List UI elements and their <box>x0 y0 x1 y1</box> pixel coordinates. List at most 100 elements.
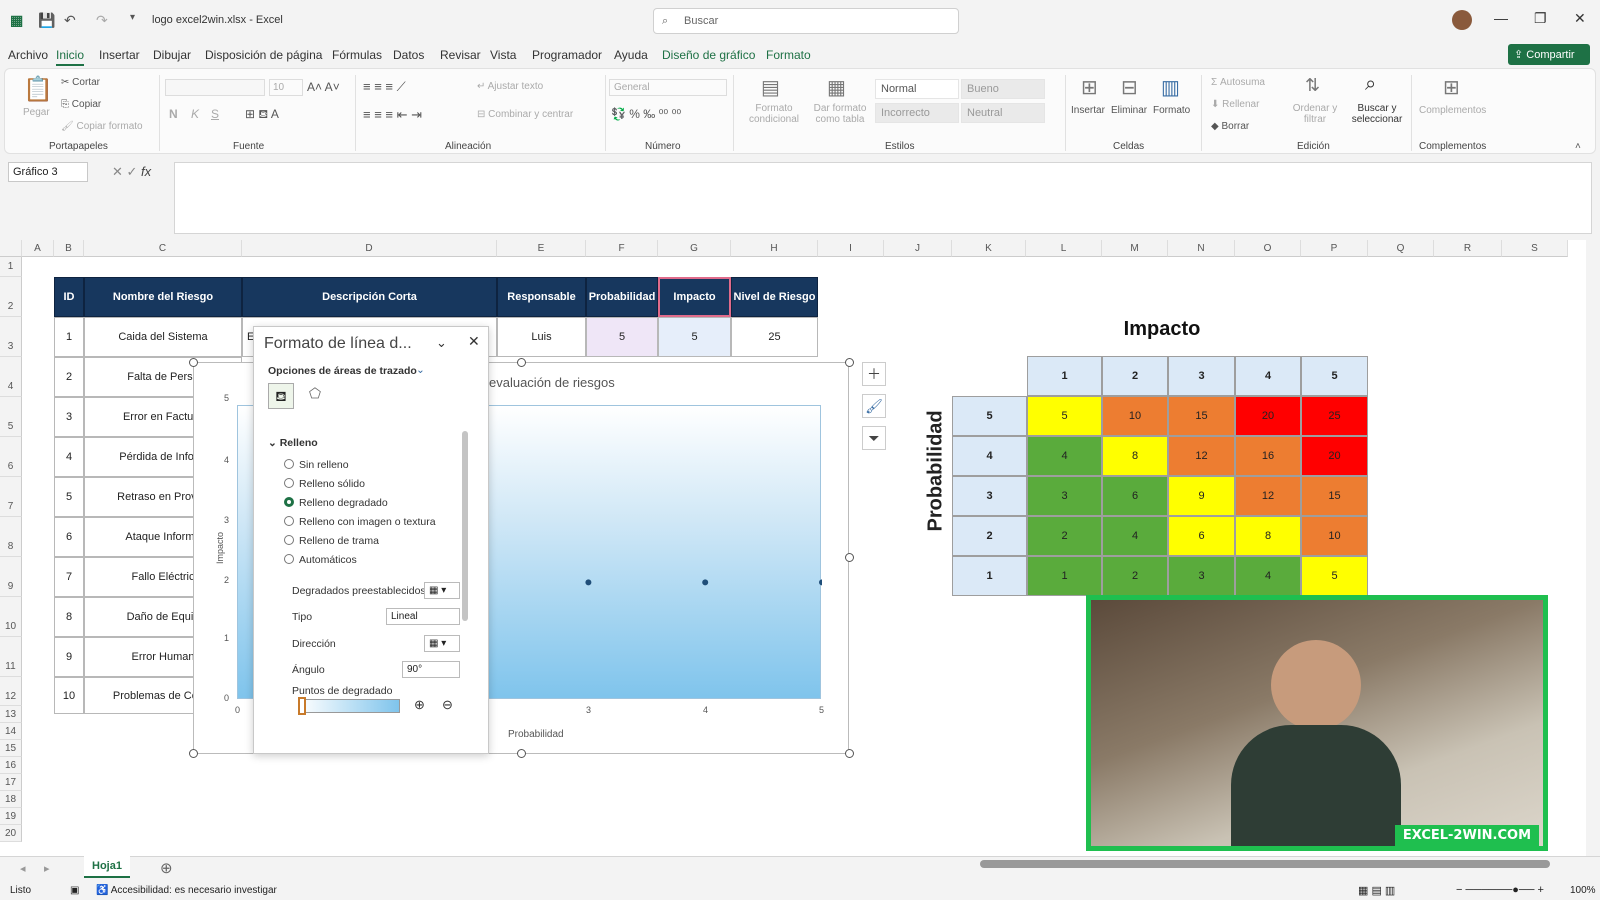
fill-button[interactable]: ⬇ Rellenar <box>1211 99 1259 110</box>
row-header[interactable]: 4 <box>0 357 22 397</box>
tab-dibujar[interactable]: Dibujar <box>153 48 191 62</box>
matrix-cell[interactable]: 4 <box>1235 556 1301 596</box>
matrix-col-header[interactable]: 4 <box>1235 356 1301 396</box>
col-header[interactable]: P <box>1301 240 1368 257</box>
col-header[interactable]: R <box>1434 240 1502 257</box>
table-cell[interactable]: 10 <box>54 677 84 714</box>
matrix-cell[interactable]: 10 <box>1301 516 1368 556</box>
radio-sin-relleno[interactable]: Sin relleno <box>284 459 349 471</box>
matrix-col-header[interactable]: 1 <box>1027 356 1102 396</box>
redo-icon[interactable]: ↷ <box>96 12 108 29</box>
macro-record-icon[interactable]: ▣ <box>70 885 79 896</box>
next-sheet-icon[interactable]: ▸ <box>44 862 50 875</box>
row-header[interactable]: 20 <box>0 825 22 842</box>
insert-cells-button[interactable]: Insertar <box>1071 105 1105 116</box>
matrix-cell[interactable]: 4 <box>1102 516 1168 556</box>
delete-cells-icon[interactable]: ⊟ <box>1121 75 1138 100</box>
add-sheet-icon[interactable]: ⊕ <box>160 859 173 877</box>
chart-styles-button[interactable]: 🖌 <box>862 394 886 418</box>
col-header[interactable]: I <box>818 240 884 257</box>
scatter-point[interactable] <box>819 579 822 586</box>
style-bueno[interactable]: Bueno <box>961 79 1045 99</box>
align-left-icon[interactable]: ≡ ≡ ≡ ⇤ ⇥ <box>363 107 422 123</box>
preset-dropdown[interactable]: ▦ ▾ <box>424 582 460 599</box>
matrix-cell[interactable]: 16 <box>1235 436 1301 476</box>
minimize-icon[interactable]: — <box>1494 10 1508 26</box>
row-header[interactable]: 19 <box>0 808 22 825</box>
row-header[interactable]: 17 <box>0 774 22 791</box>
matrix-cell[interactable]: 1 <box>1027 556 1102 596</box>
matrix-cell[interactable]: 2 <box>1102 556 1168 596</box>
table-cell[interactable]: Caida del Sistema <box>84 317 242 357</box>
zoom-slider[interactable]: − ──────●── + <box>1456 884 1544 896</box>
radio-trama[interactable]: Relleno de trama <box>284 535 379 547</box>
resize-handle[interactable] <box>189 749 198 758</box>
matrix-cell[interactable]: 6 <box>1102 476 1168 516</box>
col-header[interactable]: C <box>84 240 242 257</box>
table-cell[interactable]: 6 <box>54 517 84 557</box>
tab-disposicion[interactable]: Disposición de página <box>205 48 322 62</box>
share-button[interactable]: ⇪ Compartir <box>1508 44 1590 65</box>
matrix-cell[interactable]: 5 <box>1027 396 1102 436</box>
remove-stop-icon[interactable]: ⊖ <box>442 697 453 713</box>
scatter-point[interactable] <box>702 579 709 586</box>
gradient-stop-handle[interactable] <box>298 697 306 715</box>
matrix-col-header[interactable]: 5 <box>1301 356 1368 396</box>
format-pane[interactable]: Formato de línea d... ⌄ ✕ Opciones de ár… <box>253 326 489 754</box>
tab-programador[interactable]: Programador <box>532 48 602 62</box>
matrix-cell[interactable]: 15 <box>1301 476 1368 516</box>
paste-icon[interactable]: 📋 <box>23 75 53 104</box>
horizontal-scrollbar[interactable] <box>980 860 1550 868</box>
underline-icon[interactable]: S <box>211 107 219 121</box>
col-header[interactable]: Q <box>1368 240 1434 257</box>
grow-font-icon[interactable]: A˄ A˅ <box>307 80 340 94</box>
pane-scrollbar[interactable] <box>462 431 468 621</box>
matrix-cell[interactable]: 10 <box>1102 396 1168 436</box>
resize-handle[interactable] <box>845 553 854 562</box>
borders-icon[interactable]: ⊞ ⛾ A <box>245 107 279 123</box>
col-header[interactable]: K <box>952 240 1026 257</box>
gradient-stops-bar[interactable] <box>298 699 400 713</box>
radio-solido[interactable]: Relleno sólido <box>284 478 365 490</box>
col-header[interactable]: E <box>497 240 586 257</box>
search-input[interactable]: ⌕ Buscar <box>653 8 959 34</box>
matrix-cell[interactable]: 6 <box>1168 516 1235 556</box>
table-cell[interactable]: 5 <box>586 317 658 357</box>
chart-filters-button[interactable]: ⏷ <box>862 426 886 450</box>
matrix-cell[interactable]: 5 <box>1301 556 1368 596</box>
prev-sheet-icon[interactable]: ◂ <box>20 862 26 875</box>
radio-automaticos[interactable]: Automáticos <box>284 554 357 566</box>
table-cell[interactable]: 9 <box>54 637 84 677</box>
effects-icon[interactable]: ⬠ <box>304 385 326 407</box>
matrix-row-header[interactable]: 2 <box>952 516 1027 556</box>
find-icon[interactable]: ⌕ <box>1365 73 1376 96</box>
table-cell[interactable]: 7 <box>54 557 84 597</box>
zoom-level[interactable]: 100% <box>1570 885 1596 896</box>
matrix-cell[interactable]: 9 <box>1168 476 1235 516</box>
row-header[interactable]: 15 <box>0 740 22 757</box>
addins-icon[interactable]: ⊞ <box>1443 75 1460 100</box>
matrix-cell[interactable]: 12 <box>1235 476 1301 516</box>
matrix-cell[interactable]: 12 <box>1168 436 1235 476</box>
format-cells-button[interactable]: Formato <box>1153 105 1190 116</box>
row-header[interactable]: 11 <box>0 637 22 677</box>
tab-archivo[interactable]: Archivo <box>8 48 48 62</box>
matrix-cell[interactable]: 20 <box>1235 396 1301 436</box>
tab-diseno-grafico[interactable]: Diseño de gráfico <box>662 48 755 62</box>
table-cell[interactable]: 5 <box>658 317 731 357</box>
table-cell[interactable]: 3 <box>54 397 84 437</box>
row-header[interactable]: 8 <box>0 517 22 557</box>
matrix-cell[interactable]: 20 <box>1301 436 1368 476</box>
row-header[interactable]: 2 <box>0 277 22 317</box>
resize-handle[interactable] <box>517 358 526 367</box>
wrap-text-button[interactable]: ↵ Ajustar texto <box>477 81 543 92</box>
select-all[interactable] <box>0 240 22 257</box>
matrix-cell[interactable]: 15 <box>1168 396 1235 436</box>
add-stop-icon[interactable]: ⊕ <box>414 697 425 713</box>
row-header[interactable]: 6 <box>0 437 22 477</box>
format-cells-icon[interactable]: ▥ <box>1161 75 1180 100</box>
tab-formulas[interactable]: Fórmulas <box>332 48 382 62</box>
collapse-ribbon-icon[interactable]: ˄ <box>1575 141 1581 152</box>
currency-icon[interactable]: 💱 % ‰ ⁰⁰ ⁰⁰ <box>611 107 681 121</box>
matrix-row-header[interactable]: 4 <box>952 436 1027 476</box>
